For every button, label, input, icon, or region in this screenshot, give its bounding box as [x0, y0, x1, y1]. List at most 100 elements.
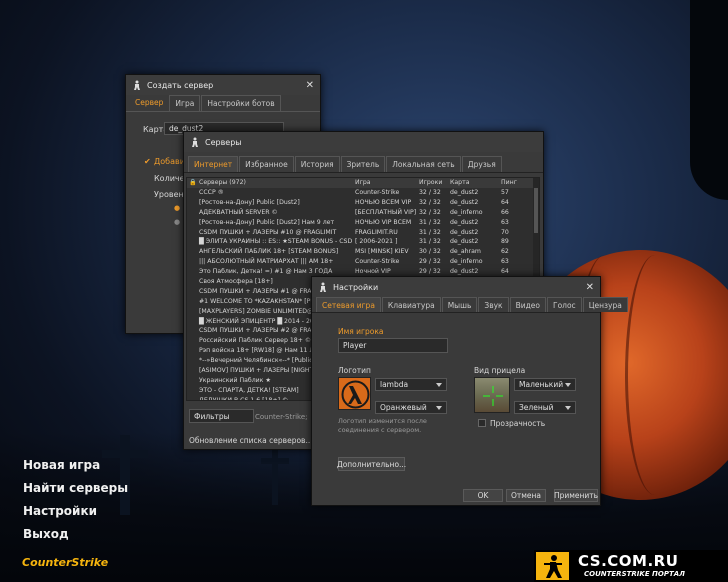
close-icon[interactable]: ✕ [586, 282, 594, 293]
server-game: [БЕСПЛАТНЫЙ VIP] [355, 208, 417, 216]
menu-settings[interactable]: Настройки [23, 504, 97, 518]
tab-favorites[interactable]: Избранное [239, 156, 294, 172]
server-players: 32 / 32 [419, 198, 441, 206]
column-ping[interactable]: Пинг [501, 178, 527, 188]
crosshair-size-select[interactable]: Маленький [514, 378, 576, 391]
lock-icon: 🔒 [189, 179, 197, 186]
server-map: de_dust2 [450, 228, 479, 236]
grave-cross [272, 445, 278, 505]
grave-cross [261, 458, 289, 464]
tab-bot-settings[interactable]: Настройки ботов [201, 95, 281, 111]
logo-hint: Логотип изменится после соединения с сер… [338, 417, 427, 434]
chevron-down-icon [565, 405, 571, 410]
tab-history[interactable]: История [294, 156, 340, 172]
server-row[interactable]: CSDM ПУШКИ + ЛАЗЕРЫ #10 @ FRAGLIMIT FRAGL… [187, 228, 539, 238]
server-map: de_dust2 [450, 189, 479, 196]
server-row[interactable]: [Ростов-на-Дону] Public [Dust2] НОЧЬЮ ВСЕ… [187, 198, 539, 208]
advanced-button[interactable]: Дополнительно... [336, 457, 407, 471]
logo-label: Логотип [338, 366, 371, 375]
server-game: НОЧЬЮ VIP ВСЕМ [355, 218, 412, 226]
menu-find-servers[interactable]: Найти серверы [23, 481, 128, 495]
server-row[interactable]: АНГЕЛЬСКИЙ ПАБЛИК 18+ [STEAM BONUS] MSI [… [187, 247, 539, 257]
menu-new-game[interactable]: Новая игра [23, 458, 100, 472]
portal-logo-icon [536, 552, 569, 580]
scrollbar-thumb[interactable] [534, 188, 538, 233]
tab-internet[interactable]: Интернет [188, 156, 239, 172]
radio-selected-icon[interactable]: ● [174, 204, 180, 212]
tab-audio[interactable]: Звук [478, 297, 509, 312]
servers-title: Серверы [205, 137, 242, 147]
server-map: de_inferno [450, 258, 483, 266]
cs-soldier-icon [190, 137, 200, 147]
server-ping: 66 [501, 208, 509, 216]
radio-icon[interactable]: ● [174, 218, 180, 226]
server-map: de_dust2 [450, 198, 479, 206]
server-list-header: 🔒 Серверы (972) Игра Игроки Карта Пинг [187, 178, 539, 188]
server-map: de_ahram [450, 248, 481, 256]
server-ping: 62 [501, 248, 509, 256]
cs-soldier-icon [318, 282, 328, 292]
server-players: 31 / 32 [419, 218, 441, 226]
column-game[interactable]: Игра [355, 178, 419, 188]
logo-color-value: Оранжевый [380, 403, 427, 412]
server-row[interactable]: CCCP ® Counter-Strike 32 / 32 de_dust2 57 [187, 188, 539, 198]
server-name: █ ЭЛИТА УКРАИНЫ :: ES:: ★STEAM BONUS - C… [199, 238, 353, 246]
server-row[interactable]: █ ЭЛИТА УКРАИНЫ :: ES:: ★STEAM BONUS - C… [187, 237, 539, 247]
tab-keyboard[interactable]: Клавиатура [381, 297, 441, 312]
tab-friends[interactable]: Друзья [461, 156, 502, 172]
tab-censorship[interactable]: Цензура [582, 297, 628, 312]
lambda-logo-icon [338, 377, 371, 410]
column-players[interactable]: Игроки [419, 178, 450, 188]
transparency-checkbox[interactable] [478, 419, 486, 427]
filter-value: Counter-Strike; [255, 413, 308, 421]
filters-button[interactable]: Фильтры [189, 409, 254, 423]
tab-multiplayer[interactable]: Сетевая игра [316, 297, 381, 312]
ok-button-label: OK [477, 491, 489, 500]
apply-button[interactable]: Применить [554, 489, 598, 502]
cancel-button[interactable]: Отмена [506, 489, 546, 502]
server-row[interactable]: АДЕКВАТНЫЙ SERVER © [БЕСПЛАТНЫЙ VIP] 32 / … [187, 208, 539, 218]
server-ping: 63 [501, 218, 509, 226]
tab-lan[interactable]: Локальная сеть [386, 156, 461, 172]
server-players: 32 / 32 [419, 208, 441, 216]
server-game: НОЧЬЮ ВСЕМ VIP [355, 198, 412, 206]
tab-spectate[interactable]: Зритель [340, 156, 386, 172]
server-players: 32 / 32 [419, 189, 441, 196]
server-ping: 70 [501, 228, 509, 236]
settings-titlebar[interactable]: Настройки ✕ [312, 277, 600, 297]
server-map: de_dust2 [450, 238, 479, 246]
tab-server[interactable]: Сервер [130, 95, 168, 111]
logo-select[interactable]: lambda [375, 378, 447, 391]
grave-cross [102, 450, 148, 458]
cs-soldier-icon [132, 80, 142, 90]
pumpkin-rib [625, 255, 685, 495]
counter-strike-logo: CounterStrike [22, 556, 109, 569]
servers-titlebar[interactable]: Серверы [184, 132, 543, 152]
ok-button[interactable]: OK [463, 489, 503, 502]
create-server-titlebar[interactable]: Создать сервер ✕ [126, 75, 320, 95]
crosshair-label: Вид прицела [474, 366, 526, 375]
server-game: [ 2006-2021 ] [355, 238, 398, 246]
tab-mouse[interactable]: Мышь [441, 297, 478, 312]
column-map[interactable]: Карта [450, 178, 501, 188]
menu-exit[interactable]: Выход [23, 527, 69, 541]
crosshair-preview [474, 377, 510, 413]
close-icon[interactable]: ✕ [306, 80, 314, 91]
player-name-input[interactable]: Player [338, 338, 448, 353]
server-name: ||| АБСОЛЮТНЫЙ МАТРИАРХАТ ||| АМ 18+ [199, 258, 334, 266]
server-name: АДЕКВАТНЫЙ SERVER © [199, 208, 278, 216]
logo-color-select[interactable]: Оранжевый [375, 401, 447, 414]
portal-banner: CS.COM.RU COUNTERSTRIKE ПОРТАЛ [534, 550, 728, 582]
server-ping: 64 [501, 198, 509, 206]
tab-game[interactable]: Игра [169, 95, 201, 111]
advanced-button-label: Дополнительно... [336, 459, 407, 469]
tab-video[interactable]: Видео [509, 297, 547, 312]
portal-caption: COUNTERSTRIKE ПОРТАЛ [584, 570, 685, 578]
server-game: Counter-Strike [355, 189, 400, 196]
server-map: de_inferno [450, 208, 483, 216]
crosshair-color-select[interactable]: Зеленый [514, 401, 576, 414]
server-row[interactable]: [Ростов-на-Дону] Public [Dust2] Нам 9 ле… [187, 218, 539, 228]
server-row[interactable]: ||| АБСОЛЮТНЫЙ МАТРИАРХАТ ||| АМ 18+ Coun… [187, 257, 539, 267]
tab-voice[interactable]: Голос [547, 297, 582, 312]
column-servers[interactable]: 🔒 Серверы (972) [187, 178, 355, 188]
